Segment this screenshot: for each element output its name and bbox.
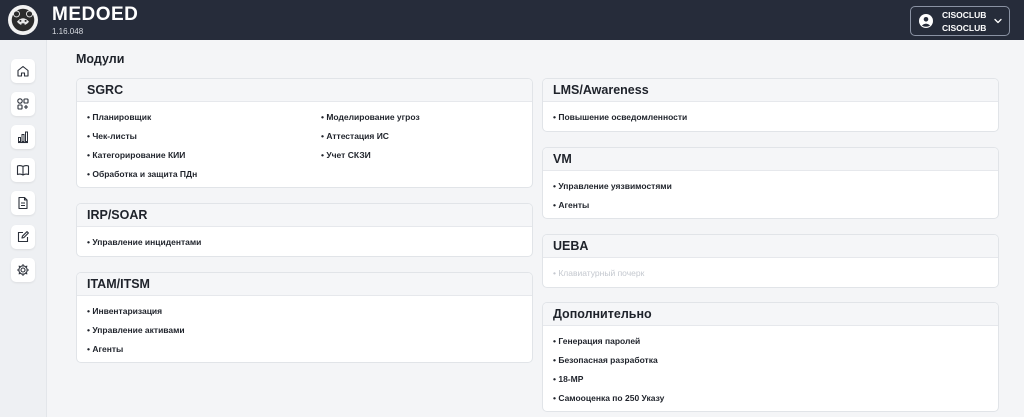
module-title-vm: VM bbox=[543, 148, 998, 171]
sidebar bbox=[0, 40, 47, 417]
sidebar-item-home[interactable] bbox=[11, 59, 35, 83]
module-card-additional: Дополнительно • Генерация паролей • Безо… bbox=[542, 302, 999, 412]
module-title-irp-soar: IRP/SOAR bbox=[77, 204, 532, 227]
module-link-kii-categorization[interactable]: • Категорирование КИИ bbox=[87, 150, 185, 160]
user-avatar-icon bbox=[919, 14, 933, 28]
user-organization: CISOCLUB bbox=[942, 23, 987, 33]
sidebar-item-modules[interactable] bbox=[11, 92, 35, 116]
module-link-password-generation[interactable]: • Генерация паролей bbox=[553, 336, 640, 346]
module-link-skzi-accounting[interactable]: • Учет СКЗИ bbox=[321, 150, 371, 160]
module-link-scheduler[interactable]: • Планировщик bbox=[87, 112, 151, 122]
top-bar: MEDOED 1.16.048 CISOCLUB CISOCLUB bbox=[0, 0, 1024, 40]
user-name: CISOCLUB bbox=[942, 10, 987, 20]
book-icon bbox=[16, 165, 30, 176]
module-link-pdn-protection[interactable]: • Обработка и защита ПДн bbox=[87, 169, 197, 179]
module-link-secure-development[interactable]: • Безопасная разработка bbox=[553, 355, 658, 365]
module-card-lms-awareness: LMS/Awareness • Повышение осведомленност… bbox=[542, 78, 999, 132]
module-title-additional: Дополнительно bbox=[543, 303, 998, 326]
app-version: 1.16.048 bbox=[52, 27, 84, 36]
chevron-down-icon bbox=[994, 18, 1002, 24]
module-link-vm-agents[interactable]: • Агенты bbox=[553, 200, 589, 210]
module-card-irp-soar: IRP/SOAR • Управление инцидентами bbox=[76, 203, 533, 257]
app-title: MEDOED bbox=[52, 4, 139, 25]
gear-icon bbox=[16, 263, 30, 277]
bar-chart-icon bbox=[18, 131, 28, 144]
module-link-vulnerability-management[interactable]: • Управление уязвимостями bbox=[553, 181, 672, 191]
module-card-vm: VM • Управление уязвимостями • Агенты bbox=[542, 147, 999, 219]
module-link-is-attestation[interactable]: • Аттестация ИС bbox=[321, 131, 389, 141]
module-link-threat-modeling[interactable]: • Моделирование угроз bbox=[321, 112, 420, 122]
module-link-18-mr[interactable]: • 18-МР bbox=[553, 374, 583, 384]
module-link-awareness[interactable]: • Повышение осведомленности bbox=[553, 112, 687, 122]
sidebar-item-documents[interactable] bbox=[11, 191, 35, 215]
sidebar-item-reports[interactable] bbox=[11, 125, 35, 149]
module-title-ueba: UEBA bbox=[543, 235, 998, 258]
module-link-decree-250-self-assessment[interactable]: • Самооценка по 250 Указу bbox=[553, 393, 664, 403]
modules-icon bbox=[17, 98, 29, 110]
module-link-itam-agents[interactable]: • Агенты bbox=[87, 344, 123, 354]
module-link-keystroke-dynamics: • Клавиатурный почерк bbox=[553, 268, 645, 278]
module-title-lms-awareness: LMS/Awareness bbox=[543, 79, 998, 102]
module-card-ueba: UEBA • Клавиатурный почерк bbox=[542, 234, 999, 288]
module-link-incident-management[interactable]: • Управление инцидентами bbox=[87, 237, 201, 247]
module-link-checklists[interactable]: • Чек-листы bbox=[87, 131, 137, 141]
module-title-itam-itsm: ITAM/ITSM bbox=[77, 273, 532, 296]
home-icon bbox=[17, 65, 29, 77]
edit-icon bbox=[17, 231, 29, 243]
document-icon bbox=[18, 196, 28, 210]
sidebar-item-settings[interactable] bbox=[11, 258, 35, 282]
module-card-itam-itsm: ITAM/ITSM • Инвентаризация • Управление … bbox=[76, 272, 533, 363]
medoed-logo-icon[interactable] bbox=[8, 5, 38, 35]
user-menu-button[interactable]: CISOCLUB CISOCLUB bbox=[910, 6, 1010, 36]
sidebar-item-edit[interactable] bbox=[11, 225, 35, 249]
module-title-sgrc: SGRC bbox=[77, 79, 532, 102]
sidebar-item-library[interactable] bbox=[11, 158, 35, 182]
page-title: Модули bbox=[76, 52, 125, 66]
module-link-asset-management[interactable]: • Управление активами bbox=[87, 325, 185, 335]
module-card-sgrc: SGRC • Планировщик • Чек-листы • Категор… bbox=[76, 78, 533, 188]
module-link-inventory[interactable]: • Инвентаризация bbox=[87, 306, 162, 316]
